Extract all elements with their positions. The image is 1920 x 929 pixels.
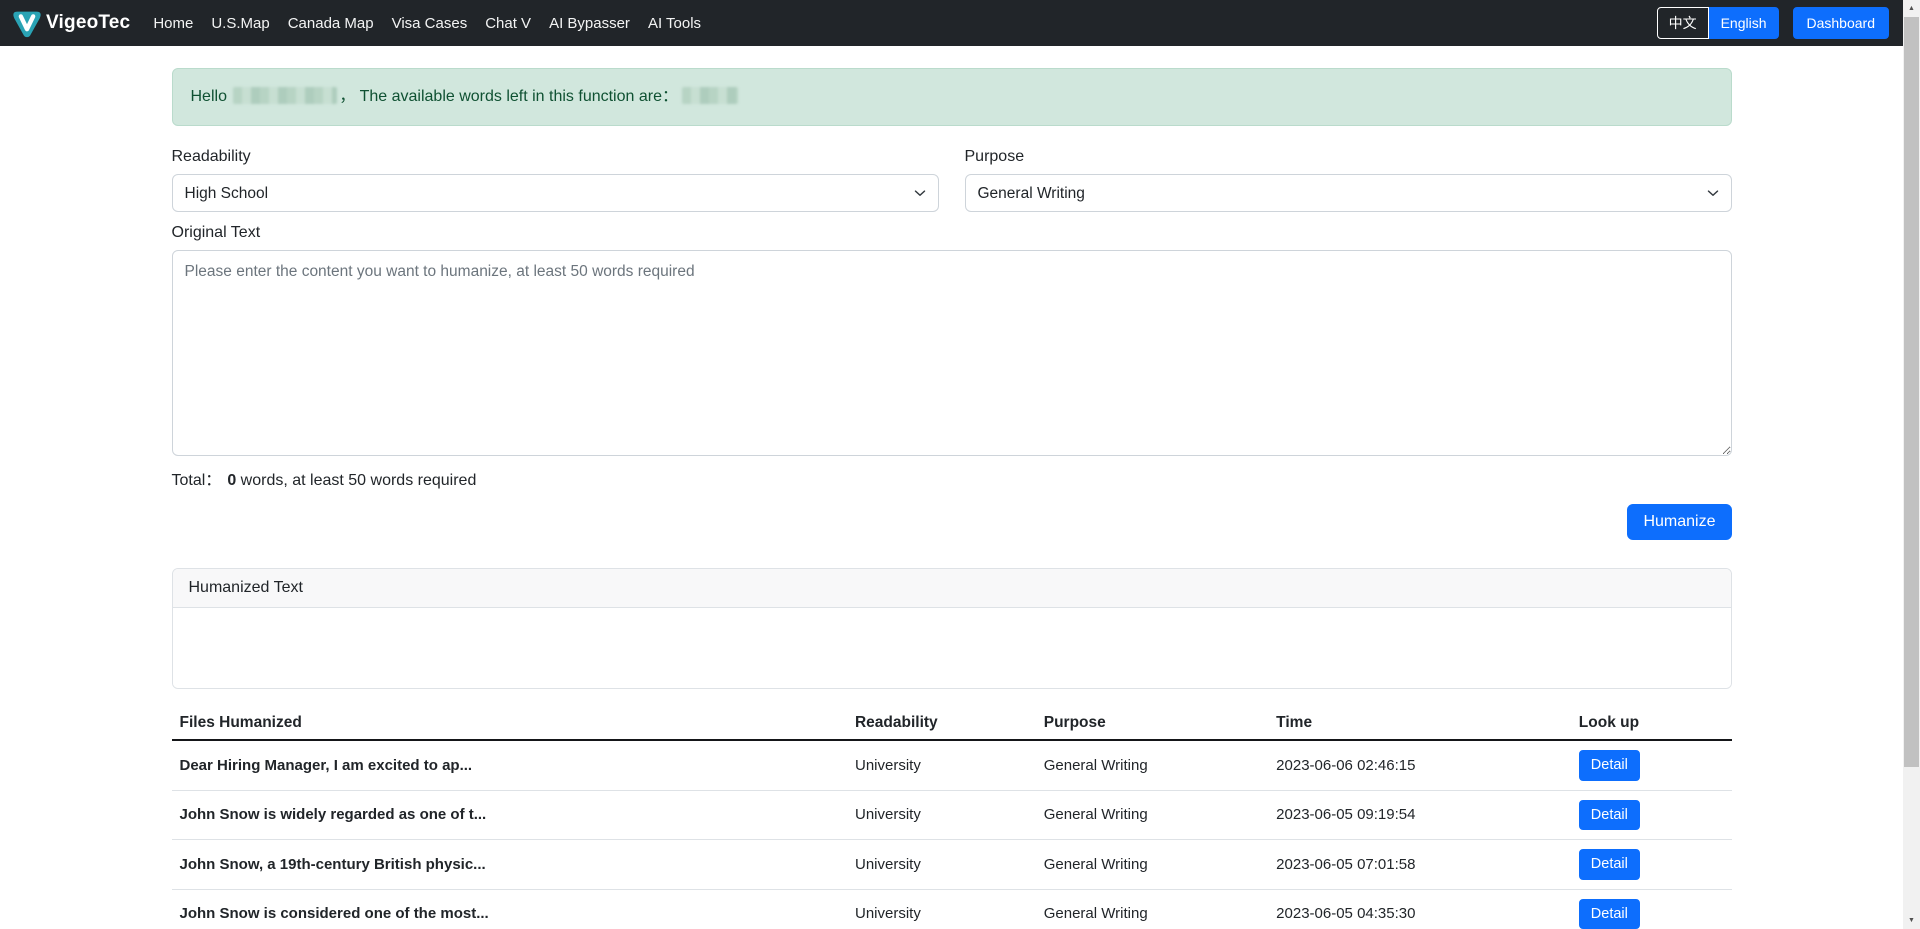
row-readability: University [847,740,1036,790]
col-header-time: Time [1268,707,1571,740]
files-table: Files Humanized Readability Purpose Time… [172,707,1732,929]
table-row: John Snow, a 19th-century British physic… [172,840,1732,890]
scrollbar[interactable]: ▲ ▼ [1903,0,1920,929]
greeting-message: The available words left in this functio… [360,88,678,105]
brand[interactable]: VigeoTec [10,6,130,40]
row-purpose: General Writing [1036,740,1268,790]
redacted-word-balance [682,87,738,104]
row-time: 2023-06-05 04:35:30 [1268,889,1571,929]
humanized-text-output [173,608,1731,688]
language-toggle: 中文 English [1657,7,1779,39]
col-header-readability: Readability [847,707,1036,740]
file-name: John Snow is considered one of the most.… [172,889,847,929]
nav-item-u-s-map[interactable]: U.S.Map [202,7,278,40]
vigeotec-logo-icon [10,6,44,40]
file-name: Dear Hiring Manager, I am excited to ap.… [172,740,847,790]
nav-item-ai-bypasser[interactable]: AI Bypasser [540,7,639,40]
humanize-button[interactable]: Humanize [1627,504,1731,540]
nav-item-ai-tools[interactable]: AI Tools [639,7,710,40]
detail-button[interactable]: Detail [1579,899,1640,929]
scroll-thumb[interactable] [1904,17,1919,767]
row-time: 2023-06-05 09:19:54 [1268,790,1571,840]
greeting-hello: Hello [191,88,227,105]
word-count-line: Total： 0 words, at least 50 words require… [172,466,1732,490]
word-count-value: 0 [227,472,236,489]
row-purpose: General Writing [1036,790,1268,840]
total-suffix: words, at least 50 words required [241,472,477,489]
col-header-files: Files Humanized [172,707,847,740]
lang-chinese-button[interactable]: 中文 [1657,7,1709,39]
dashboard-button[interactable]: Dashboard [1793,7,1890,39]
detail-button[interactable]: Detail [1579,800,1640,831]
readability-select[interactable]: High School [172,174,939,212]
nav-right: 中文 English Dashboard [1657,7,1889,39]
table-header-row: Files Humanized Readability Purpose Time… [172,707,1732,740]
col-header-purpose: Purpose [1036,707,1268,740]
table-row: John Snow is considered one of the most.… [172,889,1732,929]
nav-item-visa-cases[interactable]: Visa Cases [383,7,477,40]
row-readability: University [847,840,1036,890]
row-readability: University [847,889,1036,929]
navbar: VigeoTec HomeU.S.MapCanada MapVisa Cases… [0,0,1903,46]
greeting-separator: ， [339,88,355,105]
file-name: John Snow, a 19th-century British physic… [172,840,847,890]
humanized-text-card: Humanized Text [172,568,1732,689]
purpose-label: Purpose [965,148,1732,166]
table-row: Dear Hiring Manager, I am excited to ap.… [172,740,1732,790]
readability-label: Readability [172,148,939,166]
detail-button[interactable]: Detail [1579,750,1640,781]
original-text-label: Original Text [172,224,1732,242]
greeting-banner: Hello ， The available words left in this… [172,68,1732,126]
nav-item-canada-map[interactable]: Canada Map [279,7,383,40]
original-text-input[interactable] [172,250,1732,456]
nav-item-chat-v[interactable]: Chat V [476,7,540,40]
row-time: 2023-06-05 07:01:58 [1268,840,1571,890]
nav-item-home[interactable]: Home [144,7,202,40]
col-header-lookup: Look up [1571,707,1732,740]
scroll-down-icon[interactable]: ▼ [1903,913,1920,928]
detail-button[interactable]: Detail [1579,849,1640,880]
total-label: Total： [172,472,222,489]
brand-name: VigeoTec [46,12,130,34]
row-purpose: General Writing [1036,840,1268,890]
row-purpose: General Writing [1036,889,1268,929]
redacted-username [233,87,337,104]
page: VigeoTec HomeU.S.MapCanada MapVisa Cases… [0,0,1903,929]
row-readability: University [847,790,1036,840]
purpose-select[interactable]: General Writing [965,174,1732,212]
humanized-text-card-title: Humanized Text [173,569,1731,608]
scroll-up-icon[interactable]: ▲ [1903,1,1920,16]
nav-links: HomeU.S.MapCanada MapVisa CasesChat VAI … [144,7,710,40]
table-row: John Snow is widely regarded as one of t… [172,790,1732,840]
file-name: John Snow is widely regarded as one of t… [172,790,847,840]
lang-english-button[interactable]: English [1709,7,1779,39]
row-time: 2023-06-06 02:46:15 [1268,740,1571,790]
